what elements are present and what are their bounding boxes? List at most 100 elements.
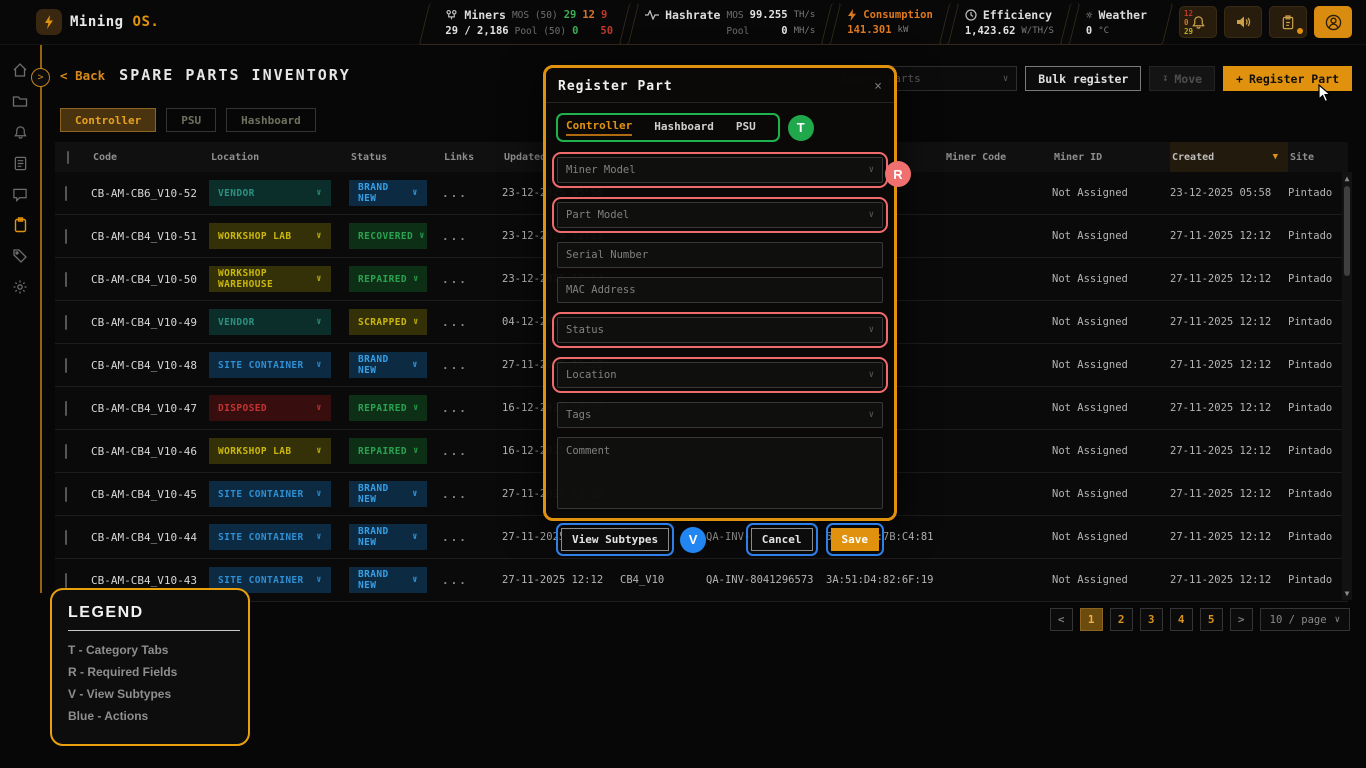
comment-textarea[interactable] <box>557 437 883 509</box>
scroll-down-icon[interactable]: ▼ <box>1345 589 1350 598</box>
col-site[interactable]: Site <box>1288 152 1348 163</box>
location-dropdown[interactable]: WORKSHOP LAB∨ <box>209 438 331 464</box>
status-dropdown[interactable]: SCRAPPED∨ <box>349 309 427 335</box>
row-checkbox[interactable] <box>65 444 67 459</box>
modal-tab[interactable]: PSU <box>736 120 756 135</box>
tags-select[interactable]: Tags∨ <box>557 402 883 428</box>
legend-panel: LEGEND T - Category TabsR - Required Fie… <box>50 588 250 746</box>
location-dropdown[interactable]: SITE CONTAINER∨ <box>209 352 331 378</box>
links-menu[interactable]: ... <box>442 488 502 501</box>
location-select[interactable]: Location∨ <box>557 362 883 388</box>
status-dropdown[interactable]: REPAIRED∨ <box>349 395 427 421</box>
required-annotation: Location∨ <box>552 357 888 393</box>
location-dropdown[interactable]: DISPOSED∨ <box>209 395 331 421</box>
notifications-button[interactable]: 12 0 29 <box>1179 6 1217 38</box>
mac-address-input[interactable] <box>557 277 883 303</box>
links-menu[interactable]: ... <box>442 445 502 458</box>
scroll-up-icon[interactable]: ▲ <box>1345 174 1350 183</box>
move-button[interactable]: ↧Move <box>1149 66 1215 91</box>
links-menu[interactable]: ... <box>442 574 502 587</box>
status-dropdown[interactable]: BRAND NEW∨ <box>349 352 427 378</box>
modal-close-button[interactable]: × <box>874 79 882 94</box>
row-checkbox[interactable] <box>65 358 67 373</box>
next-page-button[interactable]: > <box>1230 608 1253 631</box>
row-checkbox[interactable] <box>65 229 67 244</box>
scrollbar-thumb[interactable] <box>1344 186 1350 276</box>
modal-tab[interactable]: Hashboard <box>654 120 714 135</box>
row-checkbox[interactable] <box>65 487 67 502</box>
links-menu[interactable]: ... <box>442 316 502 329</box>
table-scrollbar[interactable]: ▲ ▼ <box>1342 172 1352 600</box>
select-all-checkbox[interactable] <box>67 151 69 164</box>
status-dropdown[interactable]: RECOVERED∨ <box>349 223 427 249</box>
save-button[interactable]: Save <box>831 528 880 551</box>
links-menu[interactable]: ... <box>442 230 502 243</box>
sidebar-folder-icon[interactable] <box>11 92 29 110</box>
category-tab[interactable]: PSU <box>166 108 216 132</box>
location-dropdown[interactable]: WORKSHOP LAB∨ <box>209 223 331 249</box>
col-status[interactable]: Status <box>349 152 442 163</box>
page-button[interactable]: 5 <box>1200 608 1223 631</box>
consumption-bolt-icon <box>847 9 857 21</box>
page-button[interactable]: 3 <box>1140 608 1163 631</box>
category-tab[interactable]: Hashboard <box>226 108 316 132</box>
sidebar-logs-icon[interactable] <box>11 154 29 172</box>
status-dropdown[interactable]: BRAND NEW∨ <box>349 481 427 507</box>
row-checkbox[interactable] <box>65 315 67 330</box>
links-menu[interactable]: ... <box>442 531 502 544</box>
sidebar-expand-button[interactable]: > <box>31 68 50 87</box>
col-miner-id[interactable]: Miner ID <box>1052 152 1170 163</box>
modal-tab[interactable]: Controller <box>566 119 632 136</box>
reports-button[interactable] <box>1269 6 1307 38</box>
location-dropdown[interactable]: WORKSHOP WAREHOUSE∨ <box>209 266 331 292</box>
status-dropdown[interactable]: REPAIRED∨ <box>349 438 427 464</box>
miner-id: Not Assigned <box>1052 488 1170 500</box>
location-dropdown[interactable]: VENDOR∨ <box>209 309 331 335</box>
cancel-button[interactable]: Cancel <box>751 528 813 551</box>
location-dropdown[interactable]: SITE CONTAINER∨ <box>209 524 331 550</box>
view-subtypes-button[interactable]: View Subtypes <box>561 528 669 551</box>
part-model-select[interactable]: Part Model∨ <box>557 202 883 228</box>
hashrate-icon <box>645 10 659 20</box>
col-miner-code[interactable]: Miner Code <box>944 152 1052 163</box>
links-menu[interactable]: ... <box>442 359 502 372</box>
page-button[interactable]: 4 <box>1170 608 1193 631</box>
sidebar-home-icon[interactable] <box>11 61 29 79</box>
page-button[interactable]: 2 <box>1110 608 1133 631</box>
status-select[interactable]: Status∨ <box>557 317 883 343</box>
location-dropdown[interactable]: VENDOR∨ <box>209 180 331 206</box>
back-button[interactable]: < Back <box>60 68 105 83</box>
row-checkbox[interactable] <box>65 186 67 201</box>
bulk-register-button[interactable]: Bulk register <box>1025 66 1141 91</box>
serial-number-input[interactable] <box>557 242 883 268</box>
col-links[interactable]: Links <box>442 152 502 163</box>
col-created-sorted[interactable]: Created▼ <box>1170 142 1288 172</box>
col-code[interactable]: Code <box>91 152 209 163</box>
status-dropdown[interactable]: BRAND NEW∨ <box>349 180 427 206</box>
row-checkbox[interactable] <box>65 573 67 588</box>
miner-model-select[interactable]: Miner Model∨ <box>557 157 883 183</box>
sidebar-settings-icon[interactable] <box>11 278 29 296</box>
register-part-button[interactable]: +Register Part <box>1223 66 1352 91</box>
page-button[interactable]: 1 <box>1080 608 1103 631</box>
col-location[interactable]: Location <box>209 152 349 163</box>
links-menu[interactable]: ... <box>442 273 502 286</box>
row-checkbox[interactable] <box>65 272 67 287</box>
page-size-select[interactable]: 10 / page ∨ <box>1260 608 1350 631</box>
row-checkbox[interactable] <box>65 530 67 545</box>
sidebar-messages-icon[interactable] <box>11 185 29 203</box>
status-dropdown[interactable]: BRAND NEW∨ <box>349 567 427 593</box>
sidebar-tags-icon[interactable] <box>11 247 29 265</box>
status-dropdown[interactable]: BRAND NEW∨ <box>349 524 427 550</box>
links-menu[interactable]: ... <box>442 187 502 200</box>
row-checkbox[interactable] <box>65 401 67 416</box>
sidebar-inventory-icon[interactable] <box>11 216 29 234</box>
location-dropdown[interactable]: SITE CONTAINER∨ <box>209 481 331 507</box>
profile-button[interactable] <box>1314 6 1352 38</box>
category-tab[interactable]: Controller <box>60 108 156 132</box>
status-dropdown[interactable]: REPAIRED∨ <box>349 266 427 292</box>
prev-page-button[interactable]: < <box>1050 608 1073 631</box>
sound-button[interactable] <box>1224 6 1262 38</box>
links-menu[interactable]: ... <box>442 402 502 415</box>
sidebar-notifications-icon[interactable] <box>11 123 29 141</box>
